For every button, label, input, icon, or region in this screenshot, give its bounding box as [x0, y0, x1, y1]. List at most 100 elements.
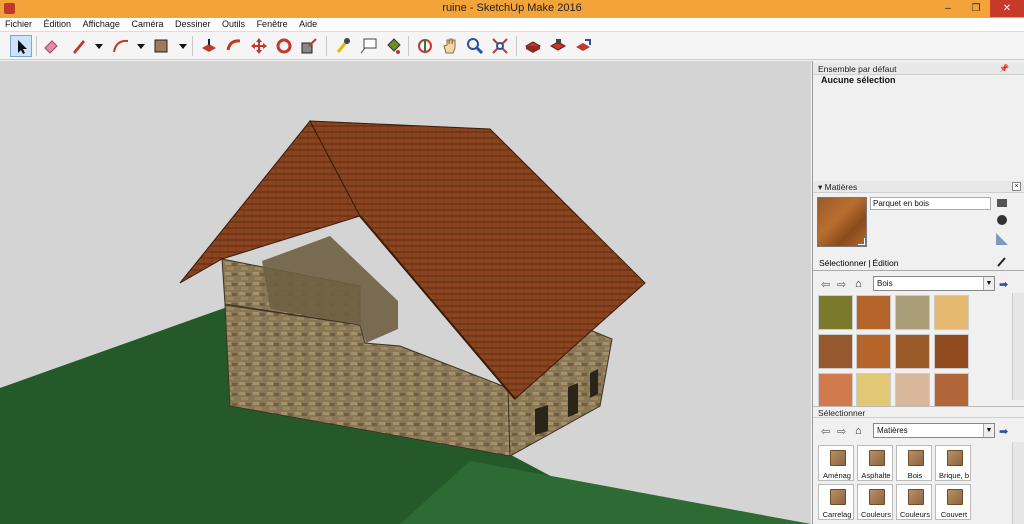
arc-icon[interactable]	[110, 35, 132, 57]
eyedropper-icon[interactable]	[995, 254, 1009, 268]
materials-tabs: Sélectionner | Édition	[817, 257, 900, 270]
select-tool-icon[interactable]	[10, 35, 32, 57]
material-name-field[interactable]: Parquet en bois	[870, 197, 991, 210]
material-swatch[interactable]	[818, 295, 853, 330]
folder-item[interactable]: Couvert	[935, 484, 971, 520]
main-toolbar	[0, 32, 1024, 60]
menu-bar: Fichier Édition Affichage Caméra Dessine…	[0, 18, 1024, 32]
menu-fichier[interactable]: Fichier	[0, 18, 36, 29]
material-swatch[interactable]	[934, 334, 969, 369]
home-icon[interactable]: ⌂	[855, 278, 862, 290]
folder-item[interactable]: Couleurs	[857, 484, 893, 520]
rectangle-dropdown-icon[interactable]	[172, 35, 187, 57]
pencil-icon[interactable]	[68, 35, 90, 57]
materials-header[interactable]: ▾ Matières ×	[813, 181, 1024, 193]
material-swatch[interactable]	[856, 334, 891, 369]
menu-outils[interactable]: Outils	[217, 18, 249, 29]
rectangle-icon[interactable]	[150, 35, 172, 57]
folder-item[interactable]: Carrelag	[818, 484, 854, 520]
folder-icon	[908, 450, 924, 466]
create-material-icon[interactable]	[995, 213, 1009, 227]
secondary-nav: ⇦ ⇨ ⌂ Matières ▼ ➡	[817, 423, 1017, 439]
folder-icon	[908, 489, 924, 505]
zoom-icon[interactable]	[464, 35, 486, 57]
material-swatch[interactable]	[895, 295, 930, 330]
back-arrow-icon[interactable]: ⇦	[821, 278, 830, 291]
default-material-icon[interactable]	[995, 232, 1009, 246]
scale-icon[interactable]	[298, 35, 320, 57]
folder-icon	[830, 489, 846, 505]
restore-button[interactable]: ❐	[963, 0, 989, 17]
window-title: ruine - SketchUp Make 2016	[442, 2, 582, 14]
folder-item[interactable]: Brique, b	[935, 445, 971, 481]
model-viewport[interactable]	[0, 61, 811, 524]
details-arrow-icon[interactable]: ➡	[999, 425, 1008, 438]
extension-warehouse-icon[interactable]	[547, 35, 569, 57]
zoom-extents-icon[interactable]	[489, 35, 511, 57]
menu-dessiner[interactable]: Dessiner	[170, 18, 215, 29]
menu-edition[interactable]: Édition	[39, 18, 76, 29]
folder-icon	[869, 489, 885, 505]
folder-item[interactable]: Asphalte	[857, 445, 893, 481]
folder-icon	[869, 450, 885, 466]
eraser-icon[interactable]	[40, 35, 62, 57]
close-panel-icon[interactable]: ×	[1012, 182, 1021, 191]
menu-aide[interactable]: Aide	[294, 18, 321, 29]
minimize-button[interactable]: –	[935, 0, 961, 17]
title-bar: ruine - SketchUp Make 2016 – ❐ ✕	[0, 0, 1024, 18]
material-preview	[817, 197, 867, 247]
swatch-scrollbar[interactable]	[1012, 293, 1024, 400]
home-icon[interactable]: ⌂	[855, 425, 862, 437]
arc-dropdown-icon[interactable]	[130, 35, 145, 57]
entity-info-text: Aucune sélection	[821, 75, 896, 85]
forward-arrow-icon[interactable]: ⇨	[837, 425, 846, 438]
tab-edition[interactable]: Édition	[870, 257, 900, 269]
display-secondary-icon[interactable]	[995, 197, 1009, 211]
pin-icon[interactable]: 📌	[999, 63, 1009, 75]
material-swatch[interactable]	[818, 373, 853, 408]
orbit-icon[interactable]	[414, 35, 436, 57]
chevron-down-icon[interactable]: ▼	[983, 424, 994, 437]
chevron-down-icon[interactable]: ▼	[983, 277, 994, 290]
material-swatch[interactable]	[895, 373, 930, 408]
menu-fenetre[interactable]: Fenêtre	[252, 18, 292, 29]
tape-measure-icon[interactable]	[332, 35, 354, 57]
collection-nav: ⇦ ⇨ ⌂ Bois ▼ ➡	[817, 276, 1017, 292]
default-tray: Ensemble par défaut 📌 Aucune sélection ▾…	[812, 61, 1024, 524]
material-swatch[interactable]	[856, 295, 891, 330]
3d-warehouse-icon[interactable]	[522, 35, 544, 57]
folder-item[interactable]: Couleurs	[896, 484, 932, 520]
folder-scrollbar[interactable]	[1012, 442, 1024, 524]
folder-item[interactable]: Bois	[896, 445, 932, 481]
menu-camera[interactable]: Caméra	[126, 18, 167, 29]
offset-icon[interactable]	[223, 35, 245, 57]
lawn-front	[400, 461, 811, 524]
secondary-collection-select[interactable]: Matières ▼	[873, 423, 995, 438]
details-arrow-icon[interactable]: ➡	[999, 278, 1008, 291]
folder-item[interactable]: Aménag	[818, 445, 854, 481]
tab-selectionner[interactable]: Sélectionner	[817, 257, 869, 270]
materials-title: Matières	[824, 182, 858, 192]
move-icon[interactable]	[248, 35, 270, 57]
house-scene	[0, 120, 811, 524]
collection-select[interactable]: Bois ▼	[873, 276, 995, 291]
paint-bucket-icon[interactable]	[382, 35, 404, 57]
rotate-icon[interactable]	[273, 35, 295, 57]
text-icon[interactable]	[357, 35, 379, 57]
material-swatch[interactable]	[856, 373, 891, 408]
material-swatch[interactable]	[818, 334, 853, 369]
material-swatch[interactable]	[895, 334, 930, 369]
secondary-header: Sélectionner	[813, 406, 1024, 418]
back-arrow-icon[interactable]: ⇦	[821, 425, 830, 438]
material-swatch[interactable]	[934, 295, 969, 330]
menu-affichage[interactable]: Affichage	[78, 18, 124, 29]
folder-icon	[947, 489, 963, 505]
pencil-dropdown-icon[interactable]	[88, 35, 103, 57]
collapse-arrow-icon[interactable]: ▾	[818, 182, 825, 192]
material-swatch[interactable]	[934, 373, 969, 408]
pan-hand-icon[interactable]	[439, 35, 461, 57]
push-pull-icon[interactable]	[198, 35, 220, 57]
share-model-icon[interactable]	[572, 35, 594, 57]
forward-arrow-icon[interactable]: ⇨	[837, 278, 846, 291]
close-button[interactable]: ✕	[990, 0, 1024, 17]
